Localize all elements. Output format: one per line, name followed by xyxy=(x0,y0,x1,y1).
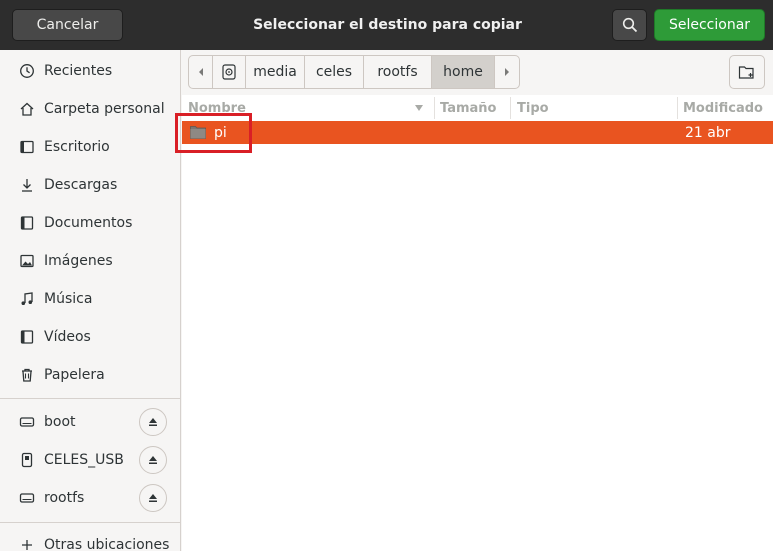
column-modified-header[interactable]: Modificado xyxy=(683,95,773,121)
sidebar-item-label: Papelera xyxy=(44,367,105,383)
sidebar-item-label: boot xyxy=(44,414,76,430)
sidebar-item-label: Otras ubicaciones xyxy=(44,537,170,551)
sidebar-item-musica[interactable]: Música xyxy=(0,280,180,318)
column-type-header[interactable]: Tipo xyxy=(517,95,677,121)
column-modified-label: Modificado xyxy=(683,100,763,116)
sidebar-separator xyxy=(0,522,180,523)
sidebar-item-descargas[interactable]: Descargas xyxy=(0,166,180,204)
video-icon xyxy=(18,328,36,346)
music-icon xyxy=(18,290,36,308)
header-bar: Cancelar Seleccionar el destino para cop… xyxy=(0,0,773,50)
eject-icon xyxy=(149,494,157,502)
sort-descending-icon xyxy=(415,105,423,111)
plus-icon xyxy=(18,536,36,551)
new-folder-button[interactable] xyxy=(729,55,765,89)
file-list: Nombre Tamaño Tipo Modificado pi 21 abr xyxy=(182,95,773,551)
sidebar-item-celes-usb[interactable]: CELES_USB xyxy=(0,441,180,479)
path-scroll-left-button[interactable] xyxy=(189,56,213,88)
eject-button[interactable] xyxy=(139,408,167,436)
sidebar-item-label: Música xyxy=(44,291,93,307)
sidebar-item-videos[interactable]: Vídeos xyxy=(0,318,180,356)
sidebar-item-otras-ubicaciones[interactable]: Otras ubicaciones xyxy=(0,526,180,551)
path-scroll-right-button[interactable] xyxy=(495,56,519,88)
cancel-button[interactable]: Cancelar xyxy=(12,9,123,41)
path-bar: media celes rootfs home xyxy=(188,55,520,89)
path-segment-celes[interactable]: celes xyxy=(305,56,364,88)
path-segment-rootfs[interactable]: rootfs xyxy=(364,56,432,88)
sidebar-item-rootfs[interactable]: rootfs xyxy=(0,479,180,517)
chevron-right-icon xyxy=(505,68,509,76)
new-folder-icon xyxy=(738,66,754,79)
desktop-icon xyxy=(18,138,36,156)
drive-icon xyxy=(222,64,236,80)
sidebar-item-recientes[interactable]: Recientes xyxy=(0,52,180,90)
document-icon xyxy=(18,214,36,232)
sidebar-item-label: CELES_USB xyxy=(44,452,124,468)
column-divider xyxy=(677,97,678,119)
search-button[interactable] xyxy=(612,9,647,41)
file-modified: 21 abr xyxy=(685,124,731,141)
column-size-label: Tamaño xyxy=(440,100,497,116)
column-size-header[interactable]: Tamaño xyxy=(440,95,510,121)
path-segment-media[interactable]: media xyxy=(246,56,305,88)
table-row[interactable]: pi 21 abr xyxy=(182,121,773,144)
sidebar-item-label: Descargas xyxy=(44,177,118,193)
sidebar: Recientes Carpeta personal Escritorio De… xyxy=(0,50,181,551)
eject-button[interactable] xyxy=(139,446,167,474)
sidebar-item-carpeta-personal[interactable]: Carpeta personal xyxy=(0,90,180,128)
sidebar-item-label: Vídeos xyxy=(44,329,91,345)
sidebar-item-escritorio[interactable]: Escritorio xyxy=(0,128,180,166)
sidebar-item-imagenes[interactable]: Imágenes xyxy=(0,242,180,280)
download-icon xyxy=(18,176,36,194)
drive-icon xyxy=(18,489,36,507)
annotation-highlight-box xyxy=(175,113,252,153)
sidebar-item-documentos[interactable]: Documentos xyxy=(0,204,180,242)
sidebar-item-label: Carpeta personal xyxy=(44,101,165,117)
eject-button[interactable] xyxy=(139,484,167,512)
sidebar-item-label: rootfs xyxy=(44,490,85,506)
sidebar-item-label: Recientes xyxy=(44,63,113,79)
usb-icon xyxy=(18,451,36,469)
column-type-label: Tipo xyxy=(517,100,549,116)
sidebar-item-label: Documentos xyxy=(44,215,133,231)
image-icon xyxy=(18,252,36,270)
select-button[interactable]: Seleccionar xyxy=(654,9,765,41)
trash-icon xyxy=(18,366,36,384)
sidebar-item-boot[interactable]: boot xyxy=(0,403,180,441)
chevron-left-icon xyxy=(198,68,203,76)
column-divider xyxy=(434,97,435,119)
drive-icon xyxy=(18,413,36,431)
clock-icon xyxy=(18,62,36,80)
path-segment-drive[interactable] xyxy=(213,56,246,88)
sidebar-separator xyxy=(0,398,180,399)
search-icon xyxy=(622,17,637,33)
eject-icon xyxy=(149,456,157,464)
eject-icon xyxy=(149,418,157,426)
sidebar-item-label: Imágenes xyxy=(44,253,113,269)
column-divider xyxy=(510,97,511,119)
path-segment-home[interactable]: home xyxy=(432,56,495,88)
home-icon xyxy=(18,100,36,118)
sidebar-item-label: Escritorio xyxy=(44,139,110,155)
sidebar-item-papelera[interactable]: Papelera xyxy=(0,356,180,394)
dialog-title: Seleccionar el destino para copiar xyxy=(253,17,522,33)
column-header: Nombre Tamaño Tipo Modificado xyxy=(182,95,773,121)
